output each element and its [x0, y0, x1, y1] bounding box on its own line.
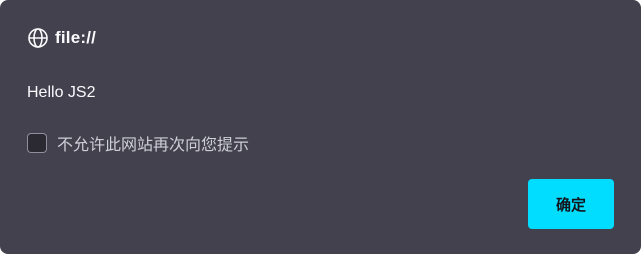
ok-button[interactable]: 确定	[528, 179, 614, 229]
suppress-prompts-row[interactable]: 不允许此网站再次向您提示	[27, 131, 249, 155]
suppress-prompts-checkbox[interactable]	[27, 133, 47, 153]
alert-dialog: file:// Hello JS2 不允许此网站再次向您提示 确定	[0, 0, 641, 254]
suppress-prompts-label[interactable]: 不允许此网站再次向您提示	[57, 131, 249, 155]
dialog-origin: file://	[55, 28, 97, 47]
dialog-header: file://	[27, 26, 96, 50]
dialog-message: Hello JS2	[27, 84, 96, 101]
globe-icon	[27, 27, 49, 49]
